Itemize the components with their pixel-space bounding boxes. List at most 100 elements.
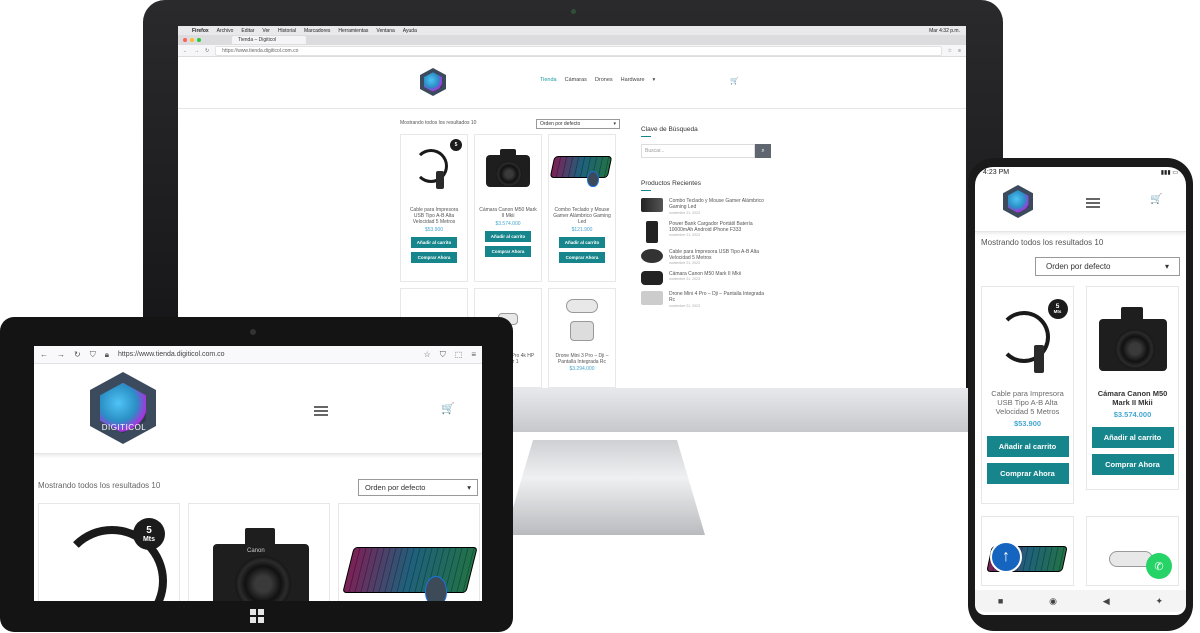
order-select[interactable]: Orden por defecto ▾ (358, 479, 478, 496)
product-card[interactable]: Cámara Canon M50 Mark II Mkii $3.574.000… (1086, 286, 1179, 490)
recent-date: noviembre 21, 2023 (669, 210, 700, 215)
buy-now-button[interactable]: Comprar Ahora (411, 252, 457, 263)
windows-logo-icon[interactable] (250, 609, 264, 623)
nav-camaras[interactable]: Cámaras (565, 77, 587, 83)
menu-icon[interactable]: ≡ (471, 350, 476, 359)
digiticol-logo[interactable] (1003, 185, 1033, 218)
add-to-cart-button[interactable]: Añadir al carrito (485, 231, 531, 242)
product-title[interactable]: Combo Teclado y Mouse Gamer Alámbrico Ga… (549, 199, 615, 227)
recent-date: noviembre 21, 2023 (669, 277, 700, 282)
order-select-value: Orden por defecto (365, 483, 426, 492)
cart-icon[interactable]: 🛒 (441, 402, 455, 415)
product-card[interactable] (338, 503, 480, 601)
add-to-cart-button[interactable]: Añadir al carrito (1091, 427, 1174, 448)
chevron-down-icon: ▾ (1164, 262, 1169, 271)
recent-title[interactable]: Power Bank Cargador Portátil Batería 100… (669, 221, 771, 234)
recent-product[interactable]: Cable para Impresora USB Tipo A-B Alta V… (641, 248, 771, 265)
menu-herramientas[interactable]: Herramientas (338, 28, 368, 34)
menu-historial[interactable]: Historial (278, 28, 296, 34)
buy-now-button[interactable]: Comprar Ahora (1091, 454, 1174, 475)
minimize-window-button[interactable] (190, 38, 194, 42)
recent-title[interactable]: Cable para Impresora USB Tipo A-B Alta V… (669, 249, 771, 262)
hamburger-menu-icon[interactable] (1086, 198, 1100, 208)
product-title[interactable]: Drone Mini 3 Pro – Dji – Pantalla Integr… (549, 347, 615, 366)
scroll-to-top-button[interactable]: ↑ (990, 541, 1022, 573)
menu-ver[interactable]: Ver (262, 28, 270, 34)
order-select-value: Orden por defecto (540, 121, 581, 127)
browser-tab[interactable]: Tienda – Digiticol (232, 36, 307, 44)
product-card[interactable]: 5 Mts (38, 503, 180, 601)
accessibility-icon[interactable]: ✦ (1156, 596, 1164, 607)
home-button[interactable]: ◉ (1049, 596, 1057, 607)
extensions-icon[interactable]: ⬚ (455, 350, 463, 359)
menu-marcadores[interactable]: Marcadores (304, 28, 330, 34)
cart-icon[interactable]: 🛒 (730, 77, 739, 85)
product-title[interactable]: Cable para Impresora USB Tipo A-B Alta V… (401, 199, 467, 227)
product-title[interactable]: Cable para Impresora USB Tipo A-B Alta V… (982, 385, 1073, 419)
tablet-screen: ← → ↻ ⛉ 🔒︎ https://www.tienda.digiticol.… (34, 346, 482, 601)
menu-editar[interactable]: Editar (241, 28, 254, 34)
logo-text: DIGITICOL (101, 423, 147, 432)
order-select[interactable]: Orden por defecto ▾ (536, 119, 620, 129)
product-card[interactable]: Canon (188, 503, 330, 601)
hamburger-menu-icon[interactable] (314, 406, 328, 416)
recent-title[interactable]: Combo Teclado y Mouse Gamer Alámbrico Ga… (669, 198, 771, 211)
back-arrow-icon[interactable]: ← (183, 48, 188, 54)
product-card[interactable]: Drone Mini 3 Pro – Dji – Pantalla Integr… (548, 288, 616, 388)
nav-hardware[interactable]: Hardware (621, 77, 645, 83)
results-count: Mostrando todos los resultados 10 (38, 481, 161, 490)
cart-icon[interactable]: 🛒 (1150, 194, 1162, 205)
menu-ventana[interactable]: Ventana (376, 28, 394, 34)
recent-thumb-keyboard (641, 198, 663, 212)
url-field[interactable]: https://www.tienda.digiticol.com.co (215, 45, 942, 56)
forward-arrow-icon[interactable]: → (194, 48, 199, 54)
results-count: Mostrando todos los resultados 10 (400, 120, 477, 126)
pocket-icon[interactable]: ⛉ (440, 350, 446, 360)
buy-now-button[interactable]: Comprar Ahora (986, 463, 1069, 484)
device-mockup-stage: Firefox Archivo Editar Ver Historial Mar… (0, 0, 1200, 633)
star-icon[interactable]: ☆ (424, 350, 431, 359)
product-card[interactable]: 5 Cable para Impresora USB Tipo A-B Alta… (400, 134, 468, 282)
menu-ayuda[interactable]: Ayuda (403, 28, 417, 34)
url-field[interactable]: https://www.tienda.digiticol.com.co (118, 351, 415, 358)
menu-archivo[interactable]: Archivo (217, 28, 234, 34)
forward-arrow-icon[interactable]: → (57, 350, 65, 359)
search-icon[interactable]: ⌕ (755, 144, 771, 158)
order-select[interactable]: Orden por defecto ▾ (1035, 257, 1180, 276)
buy-now-button[interactable]: Comprar Ahora (485, 246, 531, 257)
maximize-window-button[interactable] (197, 38, 201, 42)
reload-icon[interactable]: ↻ (74, 350, 81, 359)
add-to-cart-button[interactable]: Añadir al carrito (986, 436, 1069, 457)
add-to-cart-button[interactable]: Añadir al carrito (411, 237, 457, 248)
recent-title[interactable]: Drone Mini 4 Pro – Dji – Pantalla Integr… (669, 291, 771, 304)
product-title[interactable]: Cámara Canon M50 Mark II Mkii (475, 199, 541, 221)
product-card[interactable]: Cámara Canon M50 Mark II Mkii $3.574.000… (474, 134, 542, 282)
star-icon[interactable]: ☆ (948, 48, 952, 54)
recent-product[interactable]: Combo Teclado y Mouse Gamer Alámbrico Ga… (641, 198, 771, 215)
recent-product[interactable]: Power Bank Cargador Portátil Batería 100… (641, 220, 771, 243)
recents-button[interactable]: ■ (998, 596, 1003, 606)
product-title[interactable]: Cámara Canon M50 Mark II Mkii (1087, 385, 1178, 410)
nav-drones[interactable]: Drones (595, 77, 613, 83)
whatsapp-chat-icon[interactable]: ✆ (1146, 553, 1172, 579)
recent-thumb-cable (641, 248, 663, 263)
close-window-button[interactable] (183, 38, 187, 42)
recent-product[interactable]: Cámara Canon M50 Mark II Mkii noviembre 2… (641, 271, 771, 285)
browser-tabbar: Tienda – Digiticol (178, 35, 966, 45)
buy-now-button[interactable]: Comprar Ahora (559, 252, 605, 263)
back-button[interactable]: ◀ (1103, 596, 1110, 607)
digiticol-logo[interactable] (90, 372, 156, 444)
reload-icon[interactable]: ↻ (205, 48, 209, 54)
product-card[interactable]: 5 Mts Cable para Impresora USB Tipo A-B … (981, 286, 1074, 504)
search-input[interactable]: Buscar... (641, 144, 755, 158)
recent-product[interactable]: Drone Mini 4 Pro – Dji – Pantalla Integr… (641, 291, 771, 308)
nav-tienda[interactable]: Tienda (540, 77, 557, 83)
product-card[interactable]: Combo Teclado y Mouse Gamer Alámbrico Ga… (548, 134, 616, 282)
menu-firefox[interactable]: Firefox (192, 28, 209, 34)
menu-icon[interactable]: ≡ (958, 48, 961, 54)
back-arrow-icon[interactable]: ← (40, 350, 48, 359)
canon-logo: Canon (247, 548, 265, 554)
add-to-cart-button[interactable]: Añadir al carrito (559, 237, 605, 248)
product-price: $121.900 (571, 227, 593, 233)
digiticol-logo[interactable] (420, 68, 446, 96)
